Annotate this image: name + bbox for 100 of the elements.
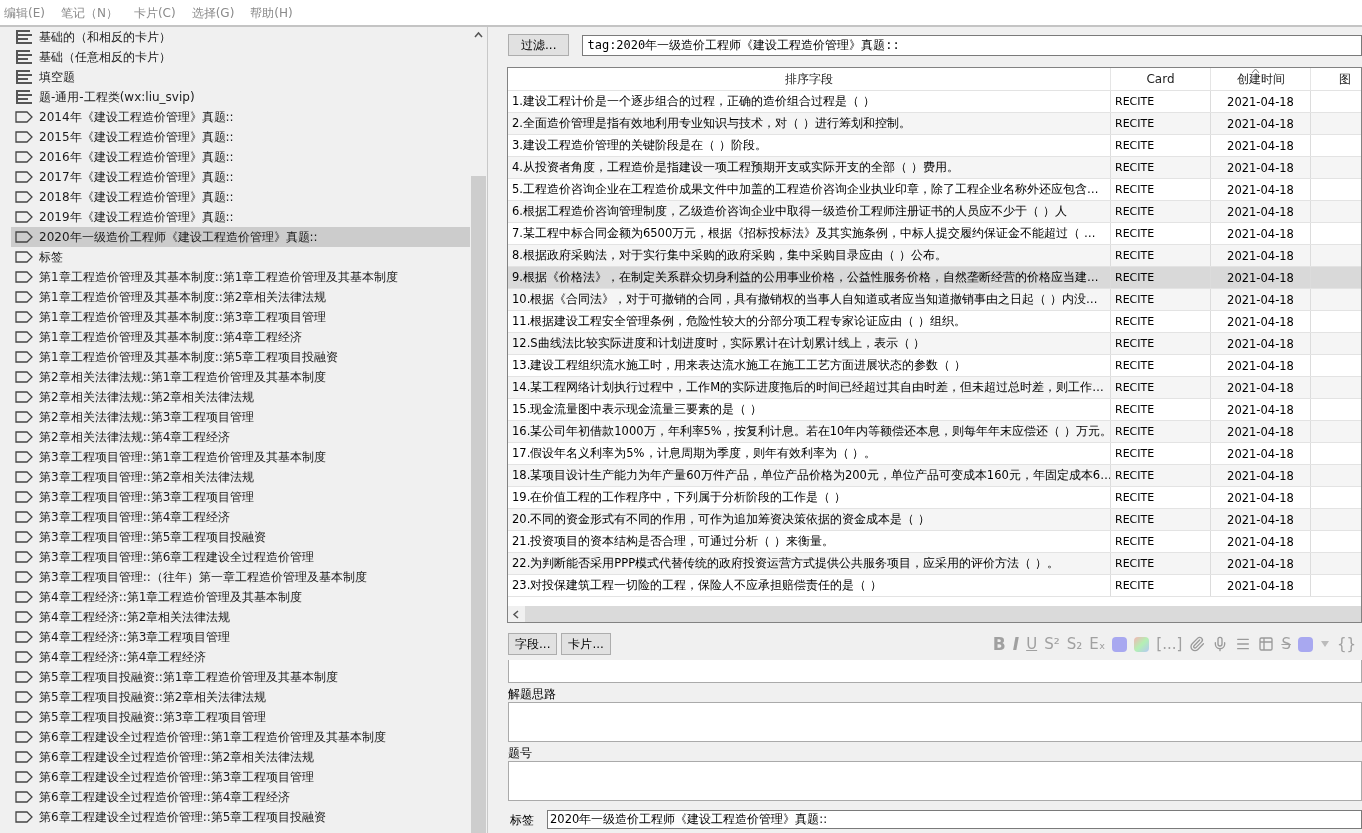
tag-icon xyxy=(15,471,33,483)
sidebar-item[interactable]: 第4章工程经济::第3章工程项目管理 xyxy=(11,627,470,647)
editor-button[interactable]: 卡片... xyxy=(561,633,611,655)
menu-item[interactable]: 卡片(C) xyxy=(133,5,176,22)
sidebar-item[interactable]: 第5章工程项目投融资::第3章工程项目管理 xyxy=(11,707,470,727)
text-field[interactable] xyxy=(508,660,1362,683)
sidebar-item[interactable]: 第2章相关法律法规::第1章工程造价管理及其基本制度 xyxy=(11,367,470,387)
sidebar-item[interactable]: 第3章工程项目管理::第4章工程经济 xyxy=(11,507,470,527)
sidebar-item-label: 第4章工程经济::第1章工程造价管理及其基本制度 xyxy=(39,588,303,606)
sidebar-item[interactable]: 第3章工程项目管理::（往年）第一章工程造价管理及基本制度 xyxy=(11,567,470,587)
search-field[interactable]: tag:2020年一级造价工程师《建设工程造价管理》真题:: xyxy=(582,34,1362,56)
table-row[interactable]: 15.现金流量图中表示现金流量三要素的是（ ） RECITE 2021-04-18 xyxy=(508,398,1361,420)
sidebar-item[interactable]: 第3章工程项目管理::第2章相关法律法规 xyxy=(11,467,470,487)
table-row[interactable]: 1.建设工程计价是一个逐步组合的过程，正确的造价组合过程是（ ） RECITE 2021-04-18 xyxy=(508,90,1361,112)
table-row[interactable]: 5.工程造价咨询企业在工程造价成果文件中加盖的工程造价咨询企业执业印章，除了工程企业名称外还应包含… RECITE 2021-04-18 xyxy=(508,178,1361,200)
lines-icon[interactable] xyxy=(1235,636,1252,652)
sidebar-item[interactable]: 第3章工程项目管理::第6章工程建设全过程造价管理 xyxy=(11,547,470,567)
sidebar-item[interactable]: 第2章相关法律法规::第4章工程经济 xyxy=(11,427,470,447)
sidebar-item[interactable]: 第6章工程建设全过程造价管理::第3章工程项目管理 xyxy=(11,767,470,787)
table-row[interactable]: 20.不同的资金形式有不同的作用，可作为追加筹资决策依据的资金成本是（ ） RECITE 2021-04-18 xyxy=(508,508,1361,530)
sidebar-item[interactable]: 2017年《建设工程造价管理》真题:: xyxy=(11,167,470,187)
sidebar-item[interactable]: 第3章工程项目管理::第1章工程造价管理及其基本制度 xyxy=(11,447,470,467)
sidebar-item[interactable]: 2016年《建设工程造价管理》真题:: xyxy=(11,147,470,167)
table-row[interactable]: 14.某工程网络计划执行过程中，工作M的实际进度拖后的时间已经超过其自由时差，但未超过总时差，则工作… RECITE 2021-04-18 xyxy=(508,376,1361,398)
table-row[interactable]: 12.S曲线法比较实际进度和计划进度时，实际累计在计划累计线上，表示（ ） RECITE 2021-04-18 xyxy=(508,332,1361,354)
table-row[interactable]: 19.在价值工程的工作程序中，下列属于分析阶段的工作是（ ） RECITE 2021-04-18 xyxy=(508,486,1361,508)
menu-item[interactable]: 帮助(H) xyxy=(250,5,293,22)
sidebar-item[interactable]: 标签 xyxy=(11,247,470,267)
sidebar-item[interactable]: 2014年《建设工程造价管理》真题:: xyxy=(11,107,470,127)
table-row[interactable]: 11.根据建设工程安全管理条例，危险性较大的分部分项工程专家论证应由（ ）组织。 RECITE 2021-04-18 xyxy=(508,310,1361,332)
table-row[interactable]: 4.从投资者角度，工程造价是指建设一项工程预期开支或实际开支的全部（ ）费用。 RECITE 2021-04-18 xyxy=(508,156,1361,178)
sidebar-item-label: 2017年《建设工程造价管理》真题:: xyxy=(39,168,234,186)
sidebar-item[interactable]: 2019年《建设工程造价管理》真题:: xyxy=(11,207,470,227)
sidebar-item-label: 第1章工程造价管理及其基本制度::第4章工程经济 xyxy=(39,328,303,346)
menu-item[interactable]: 笔记（N） xyxy=(60,5,118,22)
sidebar-item-label: 2014年《建设工程造价管理》真题:: xyxy=(39,108,234,126)
tags-field[interactable]: 2020年一级造价工程师《建设工程造价管理》真题:: xyxy=(547,810,1362,829)
sidebar-item-label: 第1章工程造价管理及其基本制度::第5章工程项目投融资 xyxy=(39,348,339,366)
tag-icon xyxy=(15,731,33,743)
sidebar-item[interactable]: 第2章相关法律法规::第3章工程项目管理 xyxy=(11,407,470,427)
sidebar-item[interactable]: 第5章工程项目投融资::第2章相关法律法规 xyxy=(11,687,470,707)
sidebar-item[interactable]: 2020年一级造价工程师《建设工程造价管理》真题:: xyxy=(11,227,470,247)
sidebar-item-label: 第3章工程项目管理::第1章工程造价管理及其基本制度 xyxy=(39,448,327,466)
sidebar-item[interactable]: 第6章工程建设全过程造价管理::第5章工程项目投融资 xyxy=(11,807,470,827)
text-color-button[interactable] xyxy=(1297,636,1313,652)
tag-icon xyxy=(15,791,33,803)
sidebar-item[interactable]: 第2章相关法律法规::第2章相关法律法规 xyxy=(11,387,470,407)
sidebar-item[interactable]: 第1章工程造价管理及其基本制度::第2章相关法律法规 xyxy=(11,287,470,307)
sidebar-item[interactable]: 第4章工程经济::第2章相关法律法规 xyxy=(11,607,470,627)
tag-icon xyxy=(15,191,33,203)
menu-item[interactable]: 选择(G) xyxy=(191,5,235,22)
sidebar-item[interactable]: 基础（任意相反的卡片） xyxy=(11,47,470,67)
filter-button[interactable]: 过滤... xyxy=(508,34,570,56)
table-row[interactable]: 7.某工程中标合同金额为6500万元，根据《招标投标法》及其实施条例，中标人提交履约保证金不能超过（ … RECITE 2021-04-18 xyxy=(508,222,1361,244)
table-row[interactable]: 3.建设工程造价管理的关键阶段是在（ ）阶段。 RECITE 2021-04-18 xyxy=(508,134,1361,156)
table-row[interactable]: 22.为判断能否采用PPP模式代替传统的政府投资运营方式提供公共服务项目，应采用的评价方法（ ）。 RECITE 2021-04-18 xyxy=(508,552,1361,574)
sidebar-item-label: 第6章工程建设全过程造价管理::第3章工程项目管理 xyxy=(39,768,315,786)
sidebar-item[interactable]: 第6章工程建设全过程造价管理::第1章工程造价管理及其基本制度 xyxy=(11,727,470,747)
table-row[interactable]: 18.某项目设计生产能力为年产量60万件产品，单位产品价格为200元，单位产品可变成本160元，年固定成本6… RECITE 2021-04-18 xyxy=(508,464,1361,486)
caret-icon[interactable] xyxy=(1319,640,1330,648)
sidebar-item[interactable]: 题-通用-工程类(wx:liu_svip) xyxy=(11,87,470,107)
table-row[interactable]: 9.根据《价格法》，在制定关系群众切身利益的公用事业价格，公益性服务价格，自然垄断经营的价格应当建… RECITE 2021-04-18 xyxy=(508,266,1361,288)
table-row[interactable]: 10.根据《合同法》，对于可撤销的合同，具有撤销权的当事人自知道或者应当知道撤销事由之日起（ ）内没… RECITE 2021-04-18 xyxy=(508,288,1361,310)
sidebar-item-label: 2018年《建设工程造价管理》真题:: xyxy=(39,188,234,206)
sidebar-item[interactable]: 基础的（和相反的卡片） xyxy=(11,27,470,47)
table-row[interactable]: 23.对投保建筑工程一切险的工程，保险人不应承担赔偿责任的是（ ） RECITE 2021-04-18 xyxy=(508,574,1361,596)
sidebar-item-label: 2020年一级造价工程师《建设工程造价管理》真题:: xyxy=(39,228,318,246)
sidebar-item[interactable]: 第3章工程项目管理::第5章工程项目投融资 xyxy=(11,527,470,547)
sidebar-item[interactable]: 第1章工程造价管理及其基本制度::第3章工程项目管理 xyxy=(11,307,470,327)
table-row[interactable]: 6.根据工程造价咨询管理制度，乙级造价咨询企业中取得一级造价工程师注册证书的人员应不少于（ ）人 RECITE 2021-04-18 xyxy=(508,200,1361,222)
sidebar-item[interactable]: 第1章工程造价管理及其基本制度::第1章工程造价管理及其基本制度 xyxy=(11,267,470,287)
table-icon[interactable] xyxy=(1258,636,1275,652)
sidebar-item[interactable]: 第1章工程造价管理及其基本制度::第4章工程经济 xyxy=(11,327,470,347)
sidebar-item[interactable]: 第3章工程项目管理::第3章工程项目管理 xyxy=(11,487,470,507)
tag-icon xyxy=(15,611,33,623)
tag-icon xyxy=(15,431,33,443)
scrollbar-thumb[interactable] xyxy=(471,176,486,833)
table-row[interactable]: 8.根据政府采购法，对于实行集中采购的政府采购，集中采购目录应由（ ）公布。 RECITE 2021-04-18 xyxy=(508,244,1361,266)
table-row[interactable]: 21.投资项目的资本结构是否合理，可通过分析（ ）来衡量。 RECITE 2021-04-18 xyxy=(508,530,1361,552)
sidebar-item[interactable]: 2015年《建设工程造价管理》真题:: xyxy=(11,127,470,147)
sidebar-item[interactable]: 第4章工程经济::第1章工程造价管理及其基本制度 xyxy=(11,587,470,607)
paperclip-icon[interactable] xyxy=(1189,636,1206,652)
tag-icon xyxy=(15,751,33,763)
sidebar-item[interactable]: 2018年《建设工程造价管理》真题:: xyxy=(11,187,470,207)
table-row[interactable]: 2.全面造价管理是指有效地利用专业知识与技术，对（ ）进行筹划和控制。 RECITE 2021-04-18 xyxy=(508,112,1361,134)
text-field[interactable] xyxy=(508,702,1362,742)
sidebar-item[interactable]: 第4章工程经济::第4章工程经济 xyxy=(11,647,470,667)
editor-button[interactable]: 字段... xyxy=(508,633,558,655)
sidebar-item[interactable]: 第6章工程建设全过程造价管理::第4章工程经济 xyxy=(11,787,470,807)
sidebar-item[interactable]: 第1章工程造价管理及其基本制度::第5章工程项目投融资 xyxy=(11,347,470,367)
highlight-button[interactable] xyxy=(1134,636,1150,652)
table-row[interactable]: 17.假设年名义利率为5%，计息周期为季度，则年有效利率为（ ）。 RECITE 2021-04-18 xyxy=(508,442,1361,464)
text-field[interactable] xyxy=(508,761,1362,801)
table-row[interactable]: 16.某公司年初借款1000万，年利率5%，按复利计息。若在10年内等额偿还本息，则每年年末应偿还（ ）万元。 RECITE 2021-04-18 xyxy=(508,420,1361,442)
text-color-button[interactable] xyxy=(1112,636,1128,652)
sidebar-item[interactable]: 第6章工程建设全过程造价管理::第2章相关法律法规 xyxy=(11,747,470,767)
sidebar-item[interactable]: 填空题 xyxy=(11,67,470,87)
sidebar-item[interactable]: 第5章工程项目投融资::第1章工程造价管理及其基本制度 xyxy=(11,667,470,687)
table-row[interactable]: 13.建设工程组织流水施工时，用来表达流水施工在施工工艺方面进展状态的参数（ ） RECITE 2021-04-18 xyxy=(508,354,1361,376)
menu-item[interactable]: 编辑(E) xyxy=(4,5,45,22)
